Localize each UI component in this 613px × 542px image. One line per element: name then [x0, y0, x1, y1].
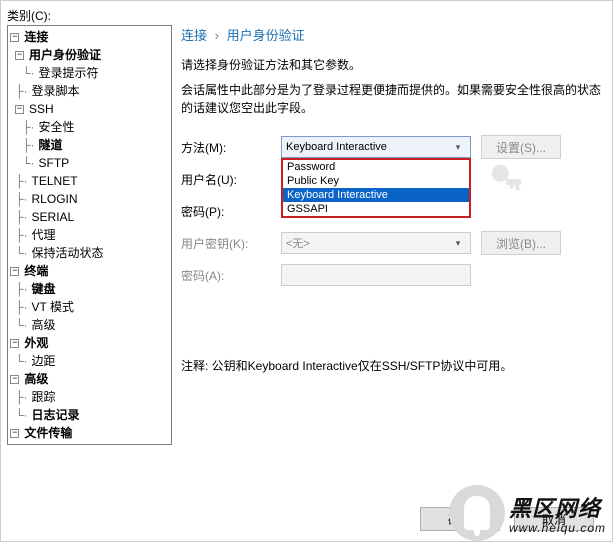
tree-terminal[interactable]: 终端 — [22, 262, 50, 280]
tree-log[interactable]: 日志记录 — [30, 406, 82, 424]
expand-icon[interactable] — [10, 267, 19, 276]
setup-button: 设置(S)... — [481, 135, 561, 159]
description-1: 请选择身份验证方法和其它参数。 — [181, 56, 602, 73]
password-label: 密码(P): — [181, 203, 281, 220]
tree-rlogin[interactable]: RLOGIN — [30, 190, 80, 208]
cancel-button[interactable]: 取消 — [514, 507, 594, 531]
tree-security[interactable]: 安全性 — [37, 118, 77, 136]
key-icon — [487, 160, 525, 198]
description-2: 会话属性中此部分是为了登录过程更便捷而提供的。如果需要安全性很高的状态的话建议您… — [181, 81, 602, 117]
tree-appearance[interactable]: 外观 — [22, 334, 50, 352]
browse-button: 浏览(B)... — [481, 231, 561, 255]
dropdown-item[interactable]: Public Key — [283, 174, 469, 188]
method-selected: Keyboard Interactive — [286, 141, 387, 153]
passphrase-label: 密码(A): — [181, 267, 281, 284]
tree-keyboard[interactable]: 键盘 — [30, 280, 58, 298]
userkey-combo: <无> ▾ — [281, 232, 471, 254]
method-label: 方法(M): — [181, 139, 281, 156]
right-panel: 连接 › 用户身份验证 请选择身份验证方法和其它参数。 会话属性中此部分是为了登… — [181, 25, 602, 471]
breadcrumb-a: 连接 — [181, 28, 207, 43]
expand-icon[interactable] — [15, 105, 24, 114]
dialog-footer: 确定 取消 — [406, 507, 594, 531]
expand-icon[interactable] — [10, 375, 19, 384]
username-label: 用户名(U): — [181, 171, 281, 188]
dropdown-item[interactable]: GSSAPI — [283, 202, 469, 216]
tree-sftp[interactable]: SFTP — [37, 154, 72, 172]
tree-xymodem[interactable]: X/YMODEM — [30, 442, 99, 445]
tree-margin[interactable]: 边距 — [30, 352, 58, 370]
dropdown-item[interactable]: Keyboard Interactive — [283, 188, 469, 202]
ok-button[interactable]: 确定 — [420, 507, 500, 531]
tree-serial[interactable]: SERIAL — [30, 208, 77, 226]
chevron-right-icon: › — [215, 28, 219, 43]
tree-keepalive[interactable]: 保持活动状态 — [30, 244, 106, 262]
tree-advanced[interactable]: 高级 — [22, 370, 50, 388]
tree-login-prompt[interactable]: 登录提示符 — [37, 64, 101, 82]
chevron-down-icon: ▾ — [450, 142, 466, 153]
chevron-down-icon: ▾ — [450, 238, 466, 249]
breadcrumb: 连接 › 用户身份验证 — [181, 25, 602, 44]
method-dropdown[interactable]: Password Public Key Keyboard Interactive… — [281, 158, 471, 218]
tree-vtmode[interactable]: VT 模式 — [30, 298, 76, 316]
tree-advanced-t[interactable]: 高级 — [30, 316, 58, 334]
userkey-label: 用户密钥(K): — [181, 235, 281, 252]
note-text: 注释: 公钥和Keyboard Interactive仅在SSH/SFTP协议中… — [181, 357, 602, 374]
expand-icon[interactable] — [10, 429, 19, 438]
tree-login-script[interactable]: 登录脚本 — [30, 82, 82, 100]
passphrase-input — [281, 264, 471, 286]
tree-proxy[interactable]: 代理 — [30, 226, 58, 244]
breadcrumb-b: 用户身份验证 — [227, 28, 305, 43]
dropdown-item[interactable]: Password — [283, 160, 469, 174]
userkey-value: <无> — [286, 235, 310, 251]
category-tree[interactable]: 连接 用户身份验证 └·登录提示符 ├·登录脚本 SSH ├·安全性 ├·隧道 — [7, 25, 172, 445]
category-label: 类别(C): — [7, 7, 51, 24]
method-combo[interactable]: Keyboard Interactive ▾ Password Public K… — [281, 136, 471, 158]
tree-filetransfer[interactable]: 文件传输 — [22, 424, 74, 442]
expand-icon[interactable] — [15, 51, 24, 60]
expand-icon[interactable] — [10, 33, 19, 42]
tree-telnet[interactable]: TELNET — [30, 172, 80, 190]
tree-auth[interactable]: 用户身份验证 — [27, 46, 103, 64]
tree-tunnel[interactable]: 隧道 — [37, 136, 65, 154]
tree-connection[interactable]: 连接 — [22, 28, 50, 46]
tree-ssh[interactable]: SSH — [27, 100, 56, 118]
settings-dialog: 类别(C): 连接 用户身份验证 └·登录提示符 ├·登录脚本 SSH ├·安全… — [0, 0, 613, 542]
tree-trace[interactable]: 跟踪 — [30, 388, 58, 406]
expand-icon[interactable] — [10, 339, 19, 348]
